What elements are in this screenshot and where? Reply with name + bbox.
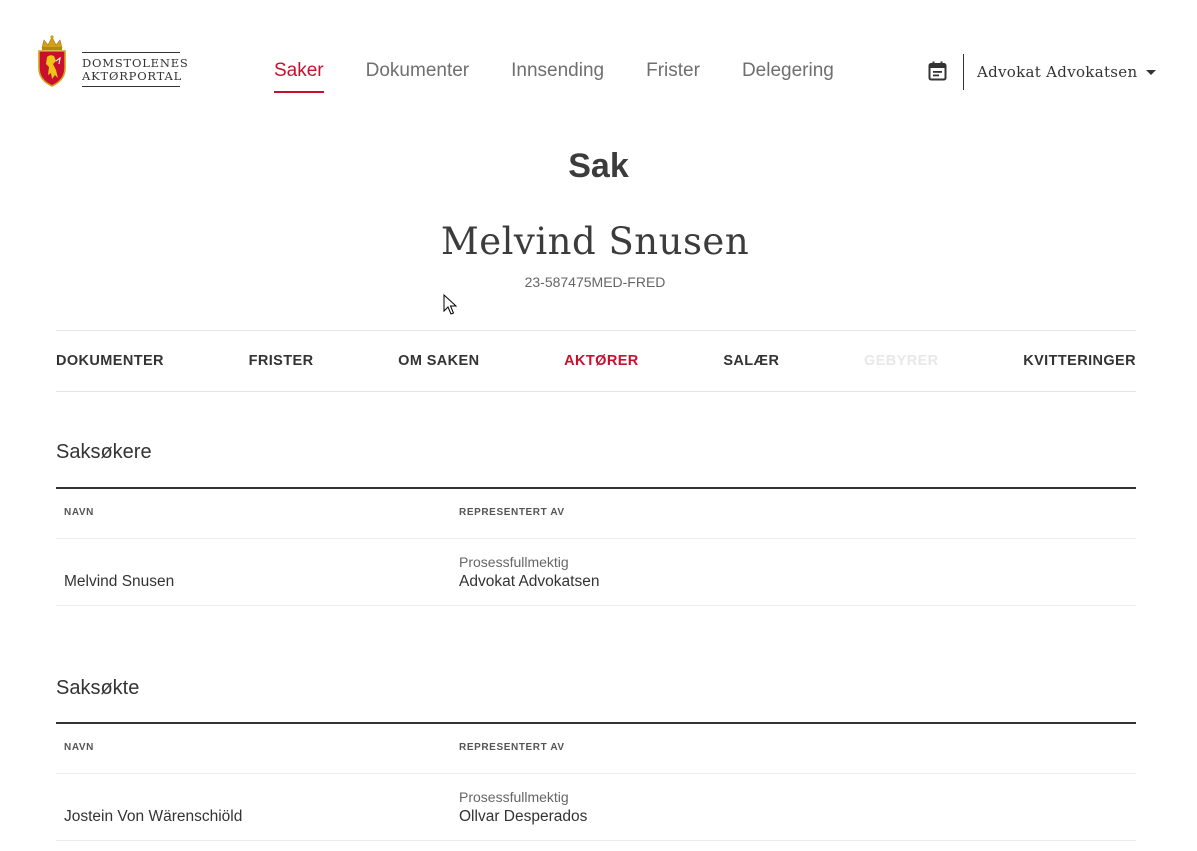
- coat-of-arms-icon: [38, 35, 66, 87]
- column-header-name: NAVN: [64, 742, 94, 753]
- mouse-pointer-icon: [443, 294, 457, 315]
- case-tabs: DOKUMENTER FRISTER OM SAKEN AKTØRER SALÆ…: [56, 330, 1136, 392]
- portal-logo[interactable]: DOMSTOLENES AKTØRPORTAL: [36, 34, 188, 88]
- defendants-table: NAVN REPRESENTERT AV Jostein Von Wärensc…: [56, 722, 1136, 841]
- column-header-name: NAVN: [64, 507, 94, 518]
- plaintiffs-table: NAVN REPRESENTERT AV Melvind Snusen Pros…: [56, 487, 1136, 606]
- app-header: DOMSTOLENES AKTØRPORTAL Saker Dokumenter…: [0, 0, 1197, 120]
- representative-name: Ollvar Desperados: [459, 808, 588, 825]
- nav-dokumenter[interactable]: Dokumenter: [366, 60, 470, 93]
- case-number: 23-587475MED-FRED: [524, 274, 666, 290]
- portal-name-line2: AKTØRPORTAL: [82, 69, 183, 83]
- table-row: Melvind Snusen Prosessfullmektig Advokat…: [56, 539, 1136, 606]
- calendar-icon[interactable]: [928, 61, 947, 81]
- caret-down-icon: [1146, 69, 1157, 75]
- tab-kvitteringer[interactable]: KVITTERINGER: [1023, 353, 1136, 369]
- tab-salaer[interactable]: SALÆR: [723, 353, 779, 369]
- case-name: Melvind Snusen: [440, 220, 750, 263]
- column-header-represented-by: REPRESENTERT AV: [459, 507, 565, 518]
- main-nav: Saker Dokumenter Innsending Frister Dele…: [274, 60, 876, 93]
- portal-name: DOMSTOLENES AKTØRPORTAL: [82, 52, 188, 87]
- representative-name: Advokat Advokatsen: [459, 573, 600, 590]
- page-title: Sak: [568, 147, 629, 185]
- party-name: Melvind Snusen: [64, 573, 175, 590]
- tab-frister[interactable]: FRISTER: [249, 353, 314, 369]
- representative-role: Prosessfullmektig: [459, 554, 569, 570]
- nav-delegering[interactable]: Delegering: [742, 60, 834, 93]
- header-divider: [963, 54, 964, 90]
- table-header: NAVN REPRESENTERT AV: [56, 489, 1136, 539]
- nav-innsending[interactable]: Innsending: [511, 60, 604, 93]
- user-name: Advokat Advokatsen: [977, 63, 1138, 81]
- nav-frister[interactable]: Frister: [646, 60, 700, 93]
- tab-gebyrer: GEBYRER: [864, 353, 939, 369]
- user-menu[interactable]: Advokat Advokatsen: [977, 63, 1157, 81]
- tab-aktorer[interactable]: AKTØRER: [564, 353, 639, 369]
- tab-om-saken[interactable]: OM SAKEN: [398, 353, 479, 369]
- table-header: NAVN REPRESENTERT AV: [56, 724, 1136, 774]
- representative-role: Prosessfullmektig: [459, 789, 569, 805]
- party-name: Jostein Von Wärenschiöld: [64, 808, 243, 825]
- plaintiffs-section: Saksøkere NAVN REPRESENTERT AV Melvind S…: [56, 440, 1136, 606]
- plaintiffs-title: Saksøkere: [56, 441, 152, 463]
- nav-saker[interactable]: Saker: [274, 60, 324, 93]
- defendants-title: Saksøkte: [56, 677, 140, 699]
- table-row: Jostein Von Wärenschiöld Prosessfullmekt…: [56, 774, 1136, 841]
- column-header-represented-by: REPRESENTERT AV: [459, 742, 565, 753]
- tab-dokumenter[interactable]: DOKUMENTER: [56, 353, 164, 369]
- defendants-section: Saksøkte NAVN REPRESENTERT AV Jostein Vo…: [56, 676, 1136, 841]
